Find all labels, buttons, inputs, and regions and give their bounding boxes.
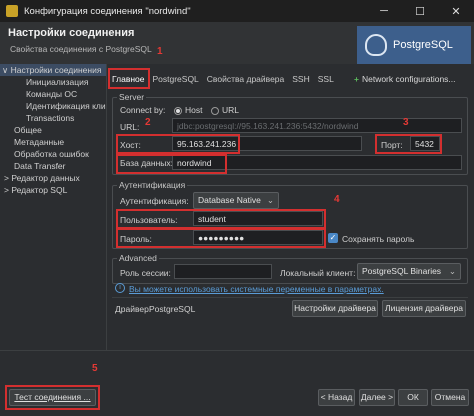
app-icon [6, 5, 18, 17]
driver-label: Драйвер: [115, 304, 152, 314]
tree-item-metadata[interactable]: Метаданные [0, 136, 106, 148]
highlight-user [116, 209, 326, 229]
radio-url[interactable]: URL [211, 105, 239, 115]
auth-method-select[interactable]: Database Native ⌄ [193, 192, 279, 209]
settings-tree: ∨ Настройки соединения Инициализация Ком… [0, 64, 107, 350]
tab-ssl[interactable]: SSL [314, 70, 338, 88]
ok-button[interactable]: ОК [398, 389, 428, 406]
radio-host[interactable]: Host [174, 105, 202, 115]
connect-by-label: Connect by: [120, 105, 166, 115]
tree-item-connection-settings[interactable]: ∨ Настройки соединения [0, 64, 106, 76]
tree-item-init[interactable]: Инициализация [0, 76, 106, 88]
cancel-button[interactable]: Отмена [431, 389, 469, 406]
annotation-3: 3 [403, 117, 409, 128]
local-client-select[interactable]: PostgreSQL Binaries ⌄ [357, 263, 461, 280]
minimize-icon[interactable]: ─ [366, 0, 402, 22]
annotation-2: 2 [145, 117, 151, 128]
highlight-port [375, 134, 442, 154]
url-label: URL: [120, 122, 140, 132]
page-title: Настройки соединения [8, 27, 135, 39]
chevron-down-icon: ⌄ [266, 195, 274, 205]
tree-item-sql-editor[interactable]: > Редактор SQL [0, 184, 106, 196]
tree-item-client-identification[interactable]: Идентификация кли [0, 100, 106, 112]
driver-settings-button[interactable]: Настройки драйвера [292, 300, 378, 317]
highlight-password [116, 228, 326, 248]
advanced-group-label: Advanced [117, 253, 159, 263]
chevron-down-icon: ⌄ [448, 266, 456, 276]
driver-value: PostgreSQL [149, 304, 196, 314]
save-password-checkbox[interactable]: ✓ [328, 233, 338, 243]
url-field[interactable]: jdbc:postgresql://95.163.241.236:5432/no… [172, 118, 462, 133]
window-title: Конфигурация соединения "nordwind" [24, 5, 191, 17]
server-group-label: Server [117, 92, 147, 102]
highlight-tab-main [108, 68, 150, 89]
tree-item-os-commands[interactable]: Команды ОС [0, 88, 106, 100]
postgresql-logo: PostgreSQL [357, 26, 471, 64]
annotation-5: 5 [92, 363, 98, 374]
annotation-1: 1 [157, 46, 163, 57]
auth-method-label: Аутентификация: [120, 196, 189, 206]
local-client-label: Локальный клиент: [280, 268, 356, 278]
back-button[interactable]: < Назад [318, 389, 355, 406]
tree-item-transactions[interactable]: Transactions [0, 112, 106, 124]
highlight-test-connection [5, 385, 100, 410]
network-configurations-button[interactable]: + Network configurations... [354, 70, 456, 88]
save-password-label: Сохранять пароль [342, 234, 415, 244]
plus-icon: + [354, 74, 359, 84]
info-icon: i [115, 283, 125, 293]
tree-item-data-transfer[interactable]: Data Transfer [0, 160, 106, 172]
elephant-icon [365, 34, 387, 56]
page-subtitle: Свойства соединения с PostgreSQL [10, 44, 152, 54]
highlight-database [116, 154, 227, 174]
footer-separator [0, 350, 474, 351]
separator [112, 297, 468, 298]
next-button[interactable]: Далее > [359, 389, 395, 406]
auth-group-label: Аутентификация [117, 180, 188, 190]
tab-driver-properties[interactable]: Свойства драйвера [203, 70, 288, 88]
driver-license-button[interactable]: Лицензия драйвера [382, 300, 466, 317]
session-role-label: Роль сессии: [120, 268, 171, 278]
highlight-host [116, 134, 240, 154]
close-icon[interactable]: ✕ [438, 0, 474, 22]
system-variables-link[interactable]: Вы можете использовать системные перемен… [129, 284, 384, 294]
maximize-icon[interactable]: ☐ [402, 0, 438, 22]
title-bar: Конфигурация соединения "nordwind" ─ ☐ ✕ [0, 0, 474, 22]
tree-item-general[interactable]: Общее [0, 124, 106, 136]
tab-postgresql[interactable]: PostgreSQL [148, 70, 202, 88]
annotation-4: 4 [334, 194, 340, 205]
tree-item-data-editor[interactable]: > Редактор данных [0, 172, 106, 184]
tab-ssh[interactable]: SSH [288, 70, 313, 88]
session-role-field[interactable] [174, 264, 272, 279]
tree-item-error-handling[interactable]: Обработка ошибок [0, 148, 106, 160]
